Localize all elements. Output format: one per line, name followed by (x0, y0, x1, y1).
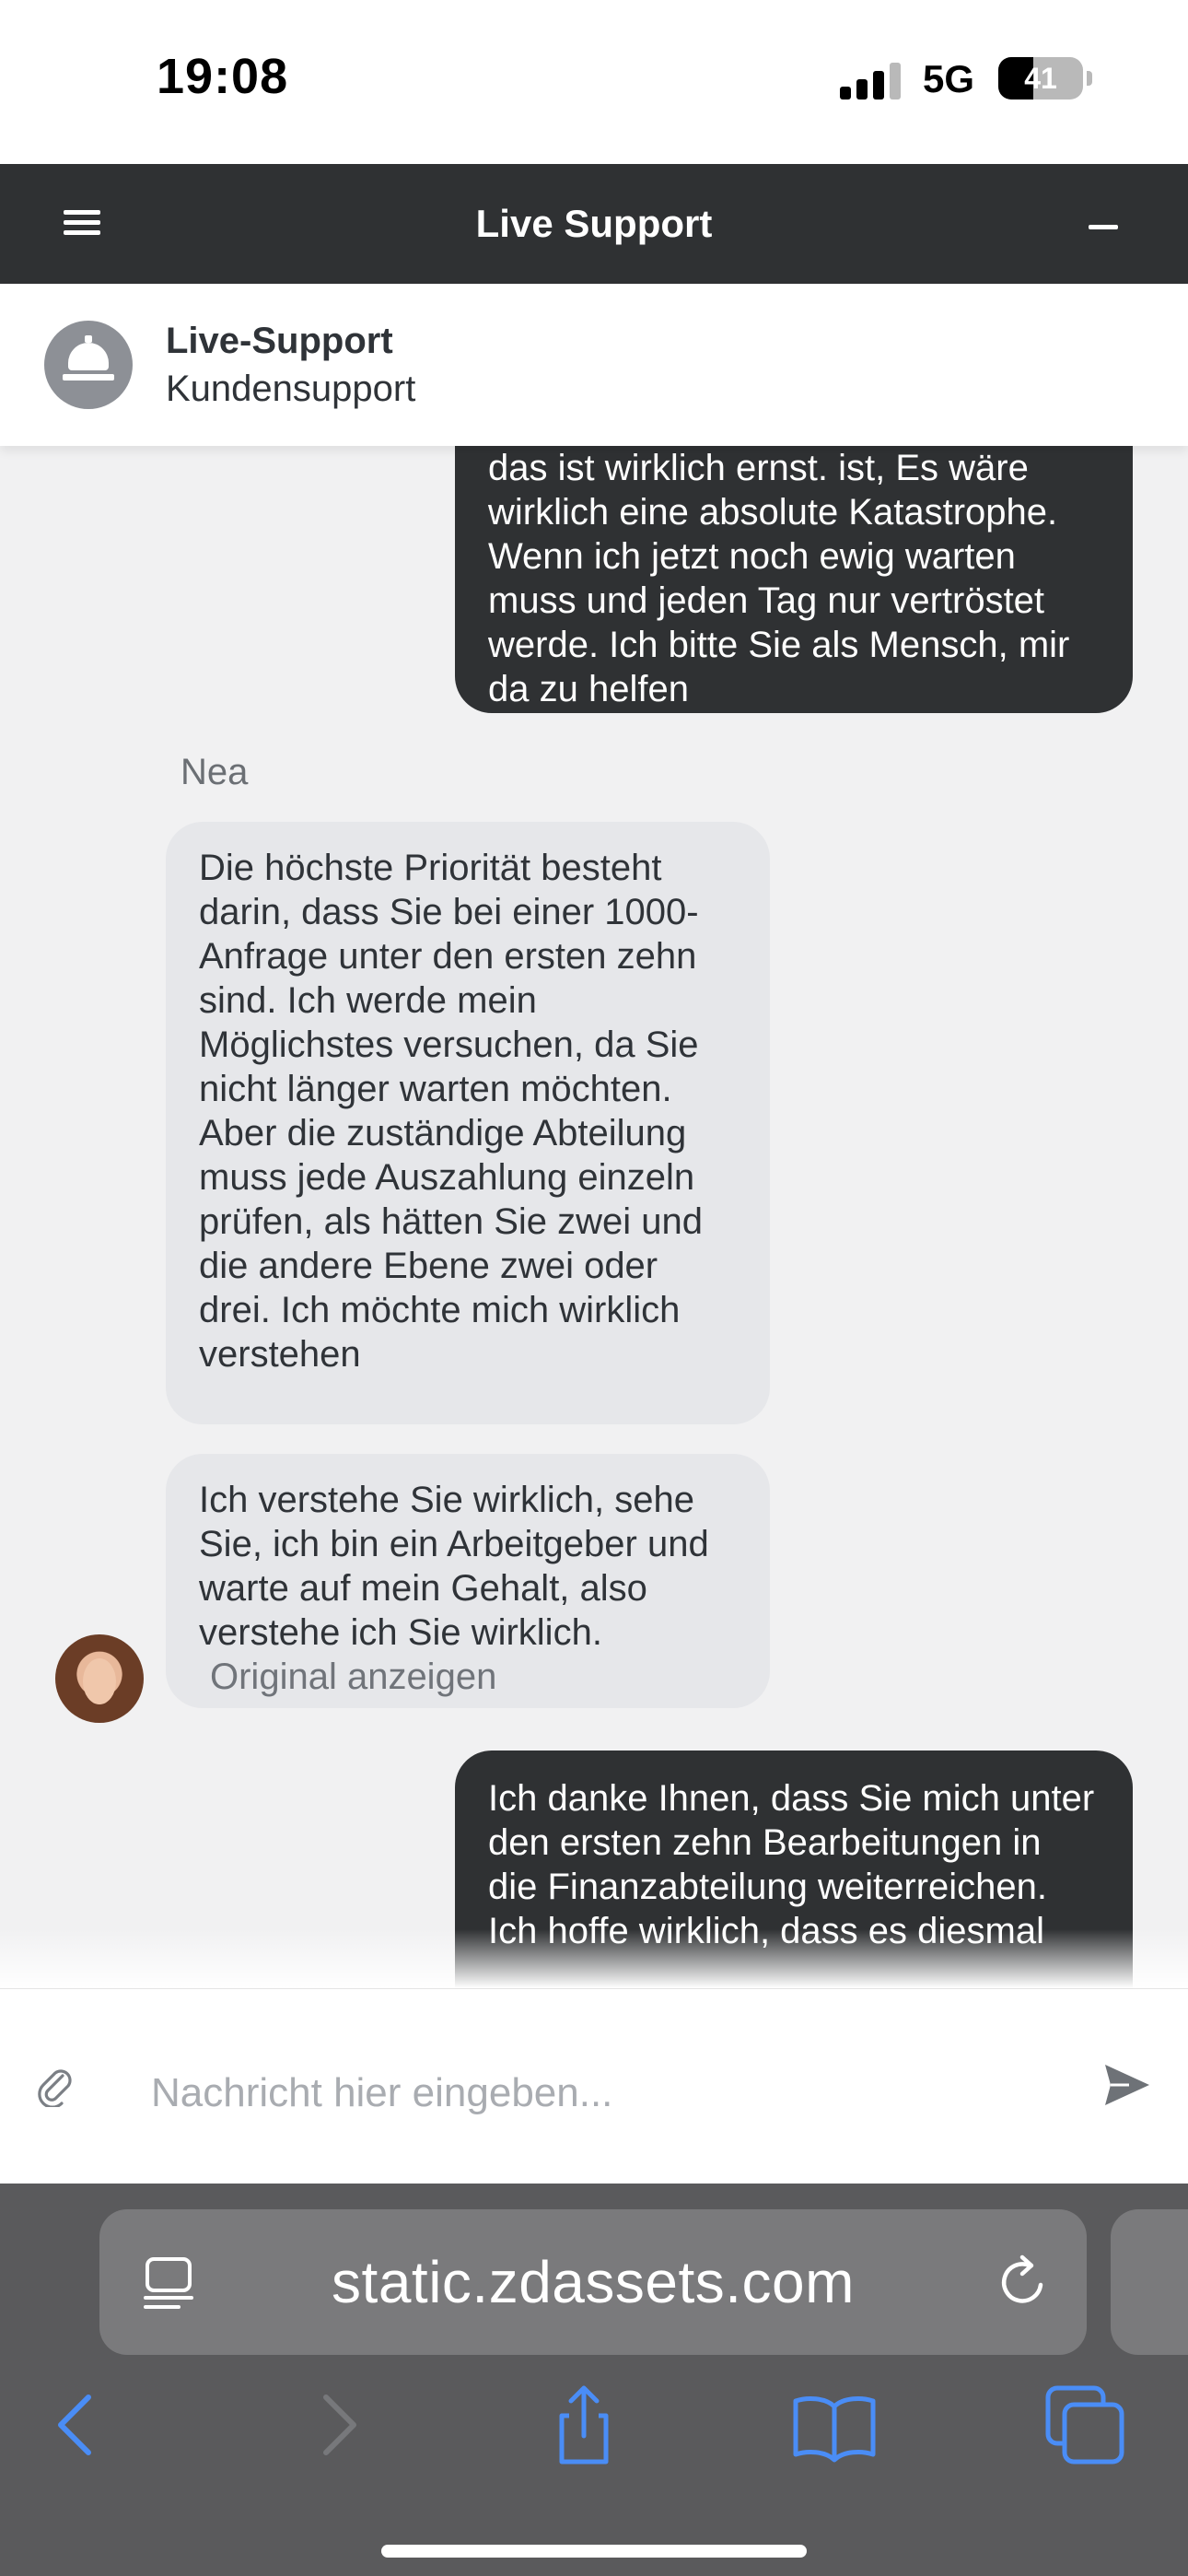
message-list[interactable]: das ist wirklich ernst. ist, Es wäre wir… (0, 446, 1188, 1988)
incoming-message: Die höchste Priorität besteht darin, das… (166, 822, 770, 1424)
message-composer: Nachricht hier eingeben... (0, 1988, 1188, 2184)
service-bell-icon (44, 321, 133, 409)
agent-department: Kundensupport (166, 369, 416, 409)
cellular-signal-icon (840, 63, 901, 100)
browser-toolbar: static.zdassets.com (0, 2184, 1188, 2576)
avatar (55, 1634, 144, 1723)
back-icon[interactable] (31, 2379, 123, 2471)
scroll-fade (0, 1929, 1188, 1988)
battery-icon: 41 (998, 57, 1083, 100)
battery-cap (1087, 71, 1092, 86)
agent-info-bar: Live-Support Kundensupport (0, 284, 1188, 446)
bookmarks-icon[interactable] (788, 2379, 880, 2471)
next-tab-preview[interactable] (1111, 2209, 1188, 2355)
battery-percent: 41 (1024, 61, 1057, 95)
url-text: static.zdassets.com (332, 2249, 855, 2315)
forward-icon[interactable] (291, 2379, 383, 2471)
status-bar: 19:08 5G 41 (0, 0, 1188, 164)
header-title: Live Support (475, 202, 713, 245)
message-text: Ich verstehe Sie wirklich, sehe Sie, ich… (199, 1480, 709, 1653)
outgoing-message: das ist wirklich ernst. ist, Es wäre wir… (455, 446, 1133, 713)
paperclip-icon[interactable] (35, 2063, 76, 2107)
send-icon[interactable] (1101, 2059, 1153, 2111)
home-indicator (381, 2545, 807, 2558)
clock: 19:08 (157, 49, 289, 104)
incoming-message: Ich verstehe Sie wirklich, sehe Sie, ich… (166, 1454, 770, 1708)
agent-name: Live-Support (166, 321, 393, 361)
sender-name: Nea (181, 752, 249, 792)
network-type: 5G (923, 57, 975, 100)
tabs-icon[interactable] (1039, 2379, 1131, 2471)
reload-icon[interactable] (993, 2252, 1054, 2313)
share-icon[interactable] (538, 2379, 630, 2471)
message-input[interactable]: Nachricht hier eingeben... (151, 2070, 612, 2116)
chat-header: Live Support (0, 164, 1188, 284)
minimize-icon[interactable] (1083, 217, 1124, 245)
address-bar[interactable]: static.zdassets.com (99, 2209, 1087, 2355)
show-original-link[interactable]: Original anzeigen (199, 1655, 737, 1699)
